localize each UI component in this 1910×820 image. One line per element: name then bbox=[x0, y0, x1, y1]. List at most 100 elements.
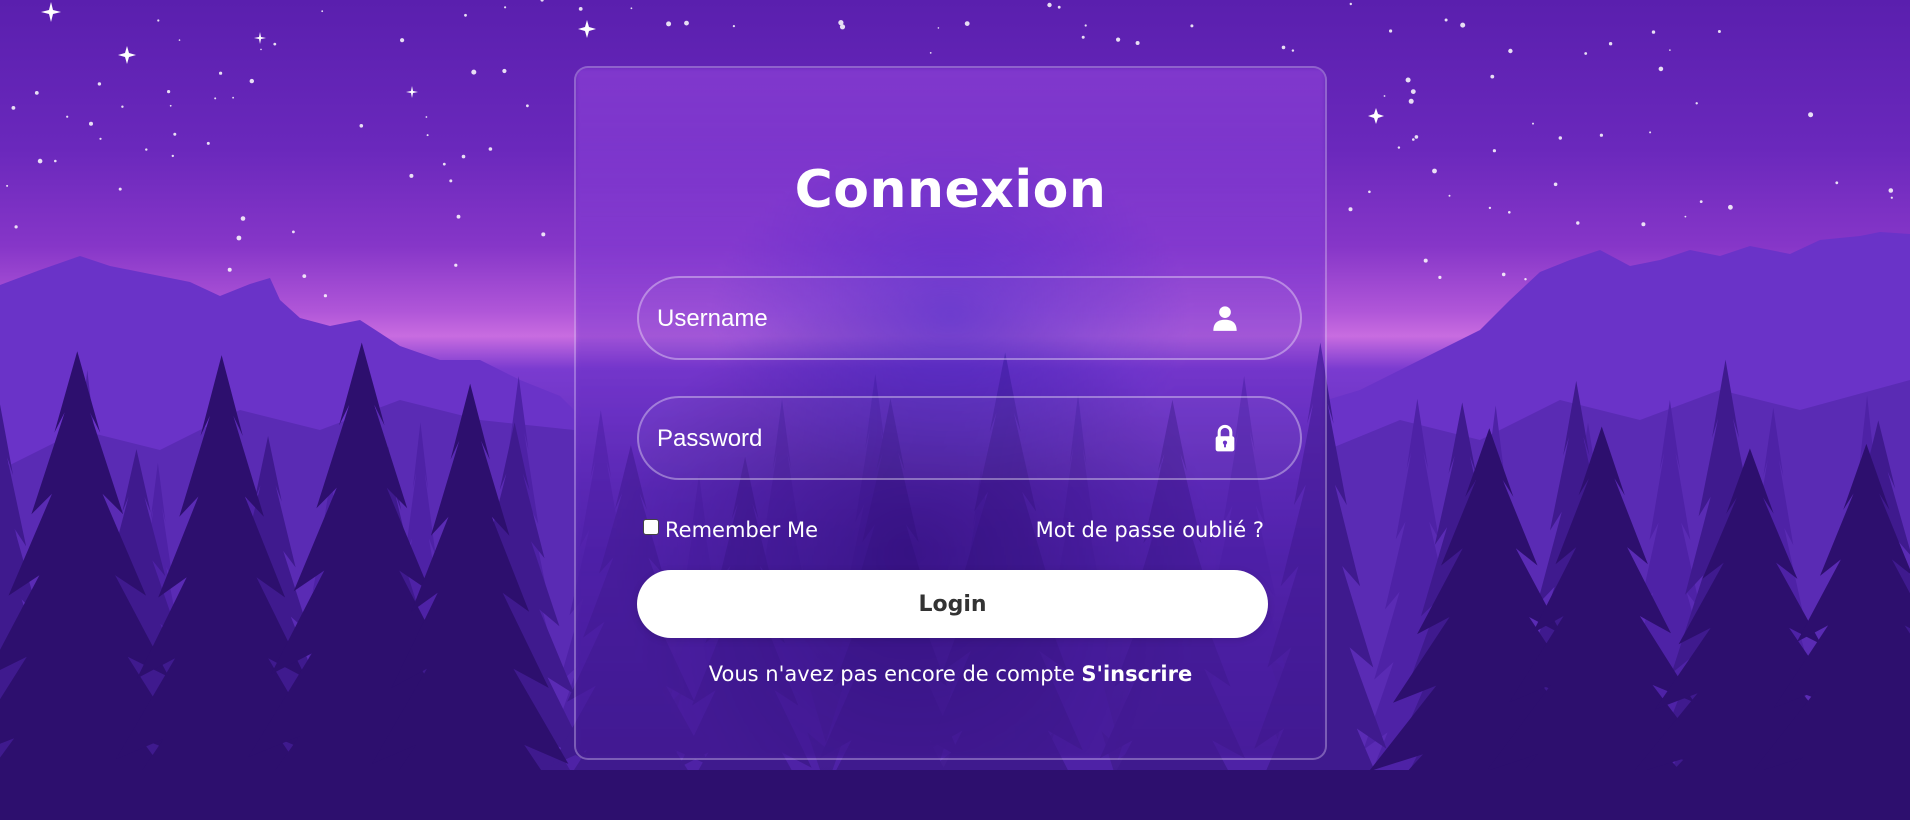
star bbox=[1408, 98, 1414, 104]
star bbox=[502, 68, 507, 74]
star bbox=[11, 106, 16, 110]
star bbox=[1890, 196, 1893, 199]
star bbox=[1349, 2, 1353, 6]
star bbox=[400, 38, 405, 43]
star bbox=[260, 48, 262, 51]
sparkle-icon bbox=[118, 46, 136, 64]
star bbox=[409, 173, 414, 178]
username-input[interactable] bbox=[655, 278, 1179, 360]
star bbox=[1669, 49, 1671, 51]
register-prompt: Vous n'avez pas encore de compte S'inscr… bbox=[576, 662, 1325, 686]
options-row: Remember Me Mot de passe oublié ? bbox=[643, 518, 1264, 548]
star bbox=[464, 13, 467, 17]
star bbox=[145, 148, 148, 151]
star bbox=[1684, 215, 1687, 218]
star bbox=[1389, 29, 1393, 33]
forgot-password-link[interactable]: Mot de passe oublié ? bbox=[1036, 518, 1264, 542]
star bbox=[526, 104, 529, 108]
star bbox=[206, 141, 210, 145]
star bbox=[232, 96, 235, 99]
star bbox=[1584, 52, 1588, 55]
star bbox=[1135, 41, 1140, 45]
star bbox=[964, 21, 970, 26]
star bbox=[302, 274, 307, 278]
star bbox=[1432, 168, 1437, 174]
star bbox=[37, 158, 43, 164]
star bbox=[249, 78, 254, 84]
star bbox=[167, 90, 171, 94]
star bbox=[1397, 146, 1401, 149]
star bbox=[1057, 5, 1061, 9]
star bbox=[14, 225, 18, 229]
star bbox=[1410, 89, 1416, 94]
star bbox=[66, 115, 69, 118]
star bbox=[937, 27, 940, 29]
star bbox=[178, 39, 181, 41]
login-card: Connexion Remember Me Mot de passe oubl bbox=[574, 66, 1327, 760]
login-page: Connexion Remember Me Mot de passe oubl bbox=[0, 0, 1910, 820]
star bbox=[121, 105, 124, 108]
star bbox=[488, 147, 493, 151]
register-link[interactable]: S'inscrire bbox=[1081, 662, 1192, 686]
star bbox=[359, 124, 364, 128]
sparkle-icon bbox=[1368, 108, 1384, 124]
star bbox=[227, 267, 232, 272]
star bbox=[1190, 24, 1194, 28]
remember-me[interactable]: Remember Me bbox=[643, 518, 818, 542]
star bbox=[461, 154, 466, 159]
sparkle-icon bbox=[406, 86, 418, 98]
star bbox=[97, 82, 102, 86]
star bbox=[929, 52, 932, 54]
star bbox=[1490, 74, 1495, 79]
star bbox=[456, 214, 461, 219]
star bbox=[1383, 95, 1386, 97]
star bbox=[1532, 122, 1534, 125]
star bbox=[578, 6, 583, 11]
star bbox=[425, 116, 428, 118]
star bbox=[442, 162, 446, 166]
star bbox=[171, 154, 174, 158]
lock-icon bbox=[1215, 424, 1235, 452]
star bbox=[1501, 272, 1506, 277]
sparkle-icon bbox=[578, 20, 596, 38]
star bbox=[321, 10, 324, 13]
remember-me-checkbox[interactable] bbox=[643, 519, 659, 535]
star bbox=[732, 25, 736, 28]
star bbox=[1412, 138, 1415, 141]
page-title: Connexion bbox=[794, 160, 1107, 220]
user-icon bbox=[1213, 306, 1237, 331]
star bbox=[1508, 211, 1511, 214]
password-field[interactable] bbox=[637, 396, 1302, 480]
star bbox=[273, 42, 277, 46]
username-field[interactable] bbox=[637, 276, 1302, 360]
star bbox=[1423, 258, 1428, 263]
star bbox=[1649, 131, 1652, 134]
star bbox=[1728, 204, 1733, 210]
star bbox=[1414, 135, 1419, 139]
star bbox=[1444, 18, 1448, 22]
star bbox=[89, 121, 93, 126]
star bbox=[1576, 221, 1580, 225]
login-button[interactable]: Login bbox=[637, 570, 1268, 638]
star bbox=[173, 132, 177, 136]
star bbox=[541, 232, 546, 237]
star bbox=[1699, 200, 1703, 204]
star bbox=[1348, 207, 1353, 212]
star bbox=[1047, 2, 1052, 8]
star bbox=[1405, 77, 1411, 83]
star bbox=[1695, 102, 1698, 105]
password-input[interactable] bbox=[655, 398, 1179, 480]
star bbox=[1291, 49, 1295, 52]
star bbox=[1460, 22, 1466, 28]
no-account-text: Vous n'avez pas encore de compte bbox=[708, 662, 1082, 686]
star bbox=[449, 179, 453, 183]
star bbox=[471, 69, 477, 75]
star bbox=[99, 137, 102, 140]
star bbox=[214, 97, 217, 100]
star bbox=[666, 21, 672, 27]
star bbox=[1717, 30, 1721, 33]
star bbox=[219, 71, 223, 75]
star bbox=[323, 294, 327, 298]
remember-me-label: Remember Me bbox=[665, 518, 818, 542]
star bbox=[1608, 42, 1613, 46]
